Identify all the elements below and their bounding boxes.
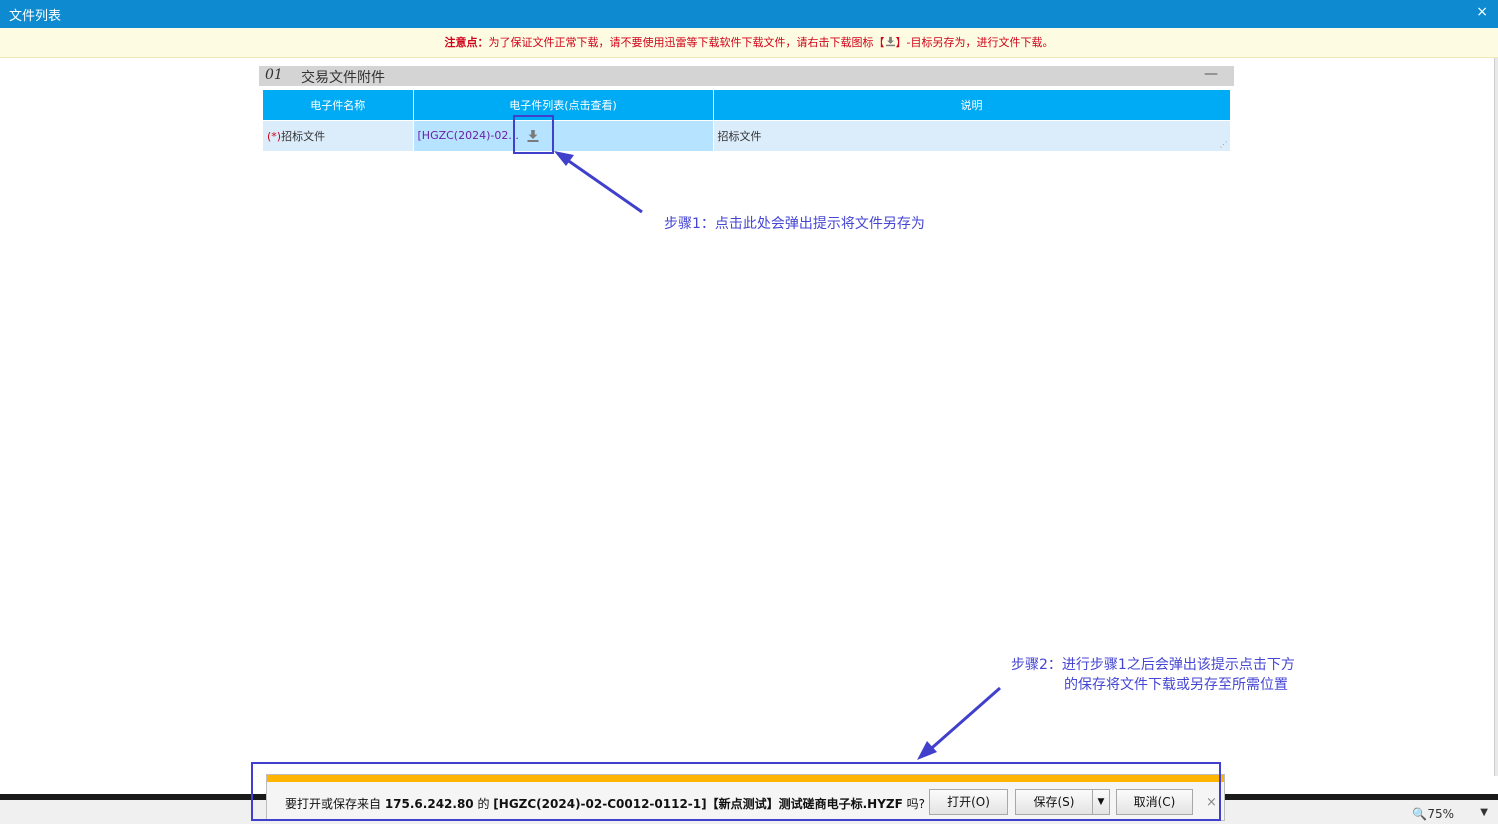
- step1-arrow: [562, 155, 643, 214]
- cell-name: (*)招标文件: [263, 119, 414, 151]
- notice-suffix: 】-目标另存为，进行文件下载。: [895, 36, 1054, 49]
- window-title-bar: 文件列表 ×: [0, 0, 1498, 28]
- notice-text: 为了保证文件正常下载，请不要使用迅雷等下载软件下载文件，请右击下载图标【: [488, 36, 885, 49]
- step2-arrow: [924, 686, 1001, 756]
- file-link[interactable]: [HGZC(2024)-02...: [418, 129, 519, 142]
- download-bar-highlight-box: [251, 762, 1221, 821]
- download-icon: [885, 36, 895, 47]
- step1-arrowhead: [554, 151, 574, 166]
- window-title: 文件列表: [9, 9, 62, 24]
- notice-banner: 注意点：为了保证文件正常下载，请不要使用迅雷等下载软件下载文件，请右击下载图标【…: [0, 28, 1498, 58]
- file-name: 招标文件: [281, 129, 326, 143]
- zoom-dropdown-icon[interactable]: ▼: [1480, 807, 1488, 818]
- section-number: 01: [265, 67, 283, 83]
- column-header-name: 电子件名称: [263, 90, 414, 120]
- cell-file-link: [HGZC(2024)-02...: [413, 119, 714, 151]
- column-header-description: 说明: [713, 90, 1231, 120]
- cell-description: 招标文件 ⋰: [713, 119, 1231, 151]
- required-mark: (*): [267, 129, 282, 143]
- section-collapse-icon[interactable]: —: [1204, 66, 1218, 82]
- window-close-icon[interactable]: ×: [1476, 4, 1488, 20]
- zoom-icon: 🔍: [1412, 807, 1428, 821]
- step2-annotation-line1: 步骤2：进行步骤1之后会弹出该提示点击下方: [1011, 657, 1295, 673]
- step2-arrowhead: [917, 741, 937, 760]
- section-title: 交易文件附件: [301, 70, 385, 86]
- file-description: 招标文件: [717, 129, 762, 143]
- attachments-table: 电子件名称 电子件列表(点击查看) 说明 (*)招标文件 [HGZC(2024)…: [263, 90, 1231, 151]
- table-row: (*)招标文件 [HGZC(2024)-02... 招标文件 ⋰: [263, 119, 1231, 151]
- column-header-file-list: 电子件列表(点击查看): [413, 90, 714, 120]
- table-header-row: 电子件名称 电子件列表(点击查看) 说明: [263, 90, 1231, 120]
- zoom-level: 75%: [1427, 807, 1454, 821]
- resize-grip-icon: ⋰: [1219, 140, 1228, 149]
- step1-annotation: 步骤1：点击此处会弹出提示将文件另存为: [664, 216, 925, 232]
- zoom-control[interactable]: 🔍75%: [1412, 807, 1454, 821]
- download-icon-highlight-box: [513, 115, 554, 154]
- section-header: 01 交易文件附件 —: [259, 66, 1234, 86]
- step2-annotation-line2: 的保存将文件下载或另存至所需位置: [1064, 677, 1288, 693]
- vertical-scrollbar[interactable]: [1494, 58, 1498, 776]
- notice-prefix: 注意点：: [444, 36, 489, 49]
